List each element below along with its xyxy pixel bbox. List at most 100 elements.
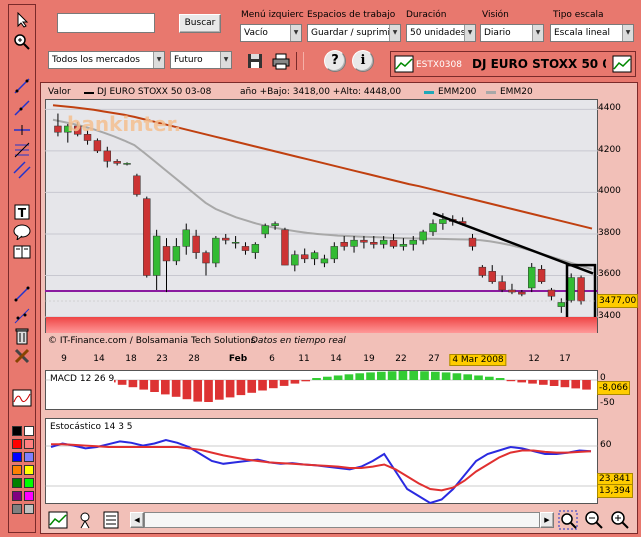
color-swatch[interactable] bbox=[12, 491, 22, 501]
notes-icon[interactable] bbox=[102, 511, 120, 529]
macd-bar bbox=[225, 380, 235, 398]
speech-bubble-icon[interactable] bbox=[11, 222, 33, 242]
chart-wave-icon[interactable] bbox=[11, 388, 33, 408]
macd-bar bbox=[269, 380, 278, 389]
line-icon[interactable] bbox=[11, 76, 33, 96]
color-swatch[interactable] bbox=[24, 439, 34, 449]
candle-body bbox=[360, 239, 368, 243]
scrollbar-track[interactable] bbox=[144, 512, 540, 528]
macd-bar bbox=[366, 372, 375, 380]
scroll-left-button[interactable]: ◀ bbox=[130, 512, 144, 528]
tools-icon[interactable] bbox=[11, 346, 33, 366]
macd-bar bbox=[539, 380, 548, 385]
macd-bar bbox=[333, 375, 343, 380]
candle-body bbox=[429, 223, 437, 233]
color-swatch[interactable] bbox=[12, 504, 22, 514]
legend-instrument-swatch bbox=[84, 92, 94, 94]
color-swatch[interactable] bbox=[24, 491, 34, 501]
scroll-right-button[interactable]: ▶ bbox=[540, 512, 554, 528]
zoom-fit-icon[interactable] bbox=[558, 510, 578, 530]
candle-body bbox=[478, 266, 487, 276]
parallel-lines-icon[interactable] bbox=[11, 160, 33, 180]
stoch-d-line bbox=[51, 443, 592, 492]
macd-chart bbox=[45, 371, 598, 402]
vision-label: Visión bbox=[482, 10, 509, 20]
chevron-down-icon: ▼ bbox=[153, 52, 164, 68]
candle-body bbox=[537, 268, 546, 282]
candle-body bbox=[330, 246, 339, 260]
type-select[interactable]: Futuro ▼ bbox=[170, 51, 232, 69]
indicator-icon[interactable] bbox=[76, 511, 94, 529]
color-swatch[interactable] bbox=[12, 478, 22, 488]
candle-body bbox=[281, 229, 289, 266]
macd-bar bbox=[549, 380, 559, 386]
candle-body bbox=[439, 219, 447, 224]
legend-instrument: DJ EURO STOXX 50 03-08 bbox=[97, 87, 212, 97]
help-icon[interactable]: ? bbox=[324, 50, 346, 72]
color-swatch[interactable] bbox=[24, 465, 34, 475]
zoom-in-icon[interactable] bbox=[610, 510, 630, 530]
candle-body bbox=[468, 237, 477, 247]
color-swatch[interactable] bbox=[12, 439, 22, 449]
line-icon[interactable] bbox=[11, 98, 33, 118]
zoom-icon[interactable] bbox=[11, 32, 33, 52]
candle-body bbox=[222, 237, 230, 241]
candle-body bbox=[231, 242, 240, 244]
search-input[interactable] bbox=[57, 13, 155, 33]
color-swatch[interactable] bbox=[12, 452, 22, 462]
chevron-down-icon: ▼ bbox=[464, 25, 475, 41]
text-icon[interactable]: T bbox=[11, 202, 33, 222]
workspace-select[interactable]: Guardar / suprimir. ▼ bbox=[307, 24, 401, 42]
scale-select-value: Escala lineal bbox=[554, 28, 610, 38]
search-button[interactable]: Buscar bbox=[179, 14, 221, 33]
candle-body bbox=[54, 125, 62, 133]
print-icon[interactable] bbox=[272, 52, 290, 70]
macd-bar bbox=[117, 380, 127, 385]
color-swatch[interactable] bbox=[24, 478, 34, 488]
x-tick-label: 19 bbox=[363, 354, 375, 364]
select-arrow-icon[interactable] bbox=[11, 10, 33, 30]
candle-body bbox=[409, 239, 417, 245]
scatter-icon[interactable] bbox=[11, 306, 33, 326]
macd-bar bbox=[215, 380, 224, 400]
y-tick-label: 3800 bbox=[598, 227, 621, 238]
horizontal-line-icon[interactable] bbox=[11, 120, 33, 140]
color-swatch[interactable] bbox=[12, 465, 22, 475]
macd-bar bbox=[301, 380, 311, 382]
trash-icon[interactable] bbox=[11, 326, 33, 346]
macd-bar bbox=[312, 378, 321, 380]
info-icon[interactable]: i bbox=[352, 50, 374, 72]
market-select[interactable]: Todos los mercados ▼ bbox=[48, 51, 165, 69]
candle-body bbox=[261, 225, 269, 235]
macd-bar bbox=[528, 380, 537, 384]
macd-bar bbox=[495, 378, 505, 380]
color-swatch[interactable] bbox=[24, 504, 34, 514]
candle-body bbox=[350, 239, 358, 247]
macd-bar bbox=[387, 371, 397, 380]
candle-body bbox=[133, 175, 141, 195]
fibonacci-icon[interactable] bbox=[11, 140, 33, 160]
macd-bar bbox=[420, 371, 429, 380]
candle-body bbox=[300, 254, 309, 260]
candle-body bbox=[577, 277, 585, 302]
color-swatch[interactable] bbox=[12, 426, 22, 436]
realtime-text: Datos en tiempo real bbox=[251, 336, 346, 346]
ticker-chart-icon[interactable] bbox=[394, 55, 414, 73]
stoch-title: Estocástico 14 3 5 bbox=[50, 422, 133, 432]
vision-select[interactable]: Diario ▼ bbox=[480, 24, 544, 42]
color-swatch[interactable] bbox=[24, 426, 34, 436]
macd-bar bbox=[236, 380, 246, 396]
book-icon[interactable] bbox=[11, 242, 33, 262]
y-tick-label: 4400 bbox=[598, 103, 621, 114]
duration-label: Duración bbox=[406, 10, 447, 20]
ticker-chart-icon-right[interactable] bbox=[612, 55, 632, 73]
channel-icon[interactable] bbox=[11, 284, 33, 304]
color-swatch[interactable] bbox=[24, 452, 34, 462]
duration-select[interactable]: 50 unidades ▼ bbox=[406, 24, 476, 42]
menu-label: Menú izquierc bbox=[241, 10, 304, 20]
save-icon[interactable] bbox=[246, 52, 264, 70]
menu-select[interactable]: Vacío ▼ bbox=[240, 24, 302, 42]
chart-settings-icon[interactable] bbox=[48, 511, 68, 529]
zoom-out-icon[interactable] bbox=[584, 510, 604, 530]
scale-select[interactable]: Escala lineal ▼ bbox=[550, 24, 634, 42]
